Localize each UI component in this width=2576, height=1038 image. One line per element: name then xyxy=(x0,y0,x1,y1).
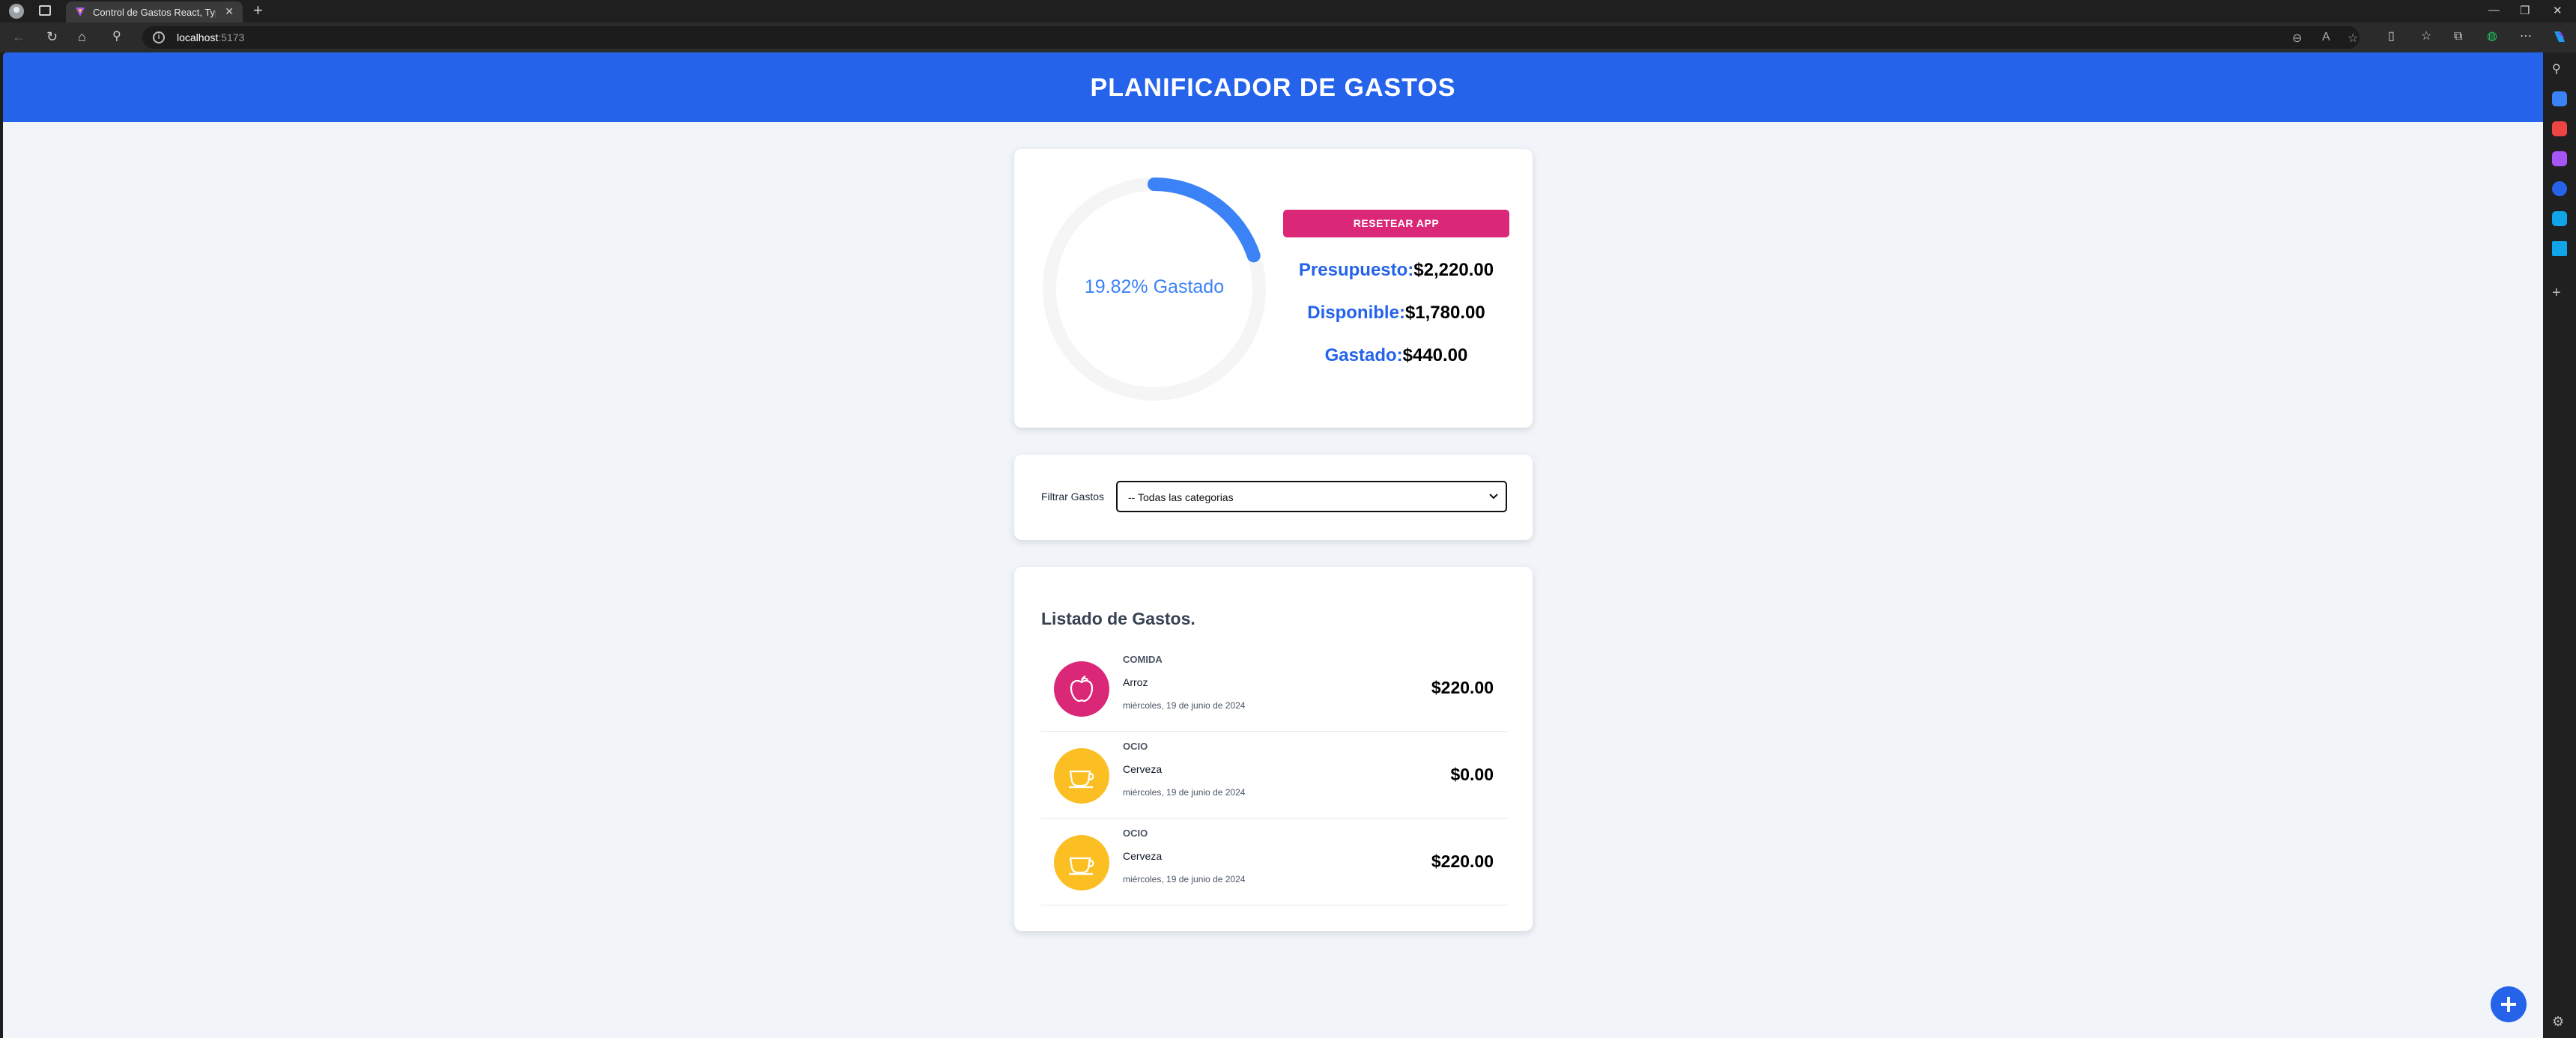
expense-category: OCIO xyxy=(1123,828,1148,839)
sidebar-add-icon[interactable]: + xyxy=(2552,285,2567,301)
sidebar-settings-icon[interactable]: ⚙ xyxy=(2552,1014,2567,1029)
tab-title: Control de Gastos React, TypeScript xyxy=(93,7,216,18)
expense-date: miércoles, 19 de junio de 2024 xyxy=(1123,874,1246,884)
expense-amount: $220.00 xyxy=(1431,678,1494,697)
add-expense-button[interactable] xyxy=(2491,986,2527,1022)
zoom-icon[interactable]: ⊖ xyxy=(2292,31,2302,46)
url-text: localhost:5173 xyxy=(177,31,245,43)
budget-amount-value: $2,220.00 xyxy=(1413,260,1494,280)
budget-amount: Presupuesto:$2,220.00 xyxy=(1283,260,1509,281)
collections-icon[interactable]: ⧉ xyxy=(2454,29,2462,44)
expense-row[interactable]: OCIO Cerveza miércoles, 19 de junio de 2… xyxy=(1041,732,1507,819)
home-icon[interactable]: ⌂ xyxy=(78,29,86,44)
sidebar-outlook-icon[interactable] xyxy=(2552,211,2567,226)
vite-favicon-icon xyxy=(76,7,85,16)
filter-card: Filtrar Gastos -- Todas las categorias xyxy=(1014,455,1533,540)
expense-name: Cerveza xyxy=(1123,763,1163,775)
close-window-icon[interactable]: ✕ xyxy=(2553,4,2563,17)
available-amount-label: Disponible: xyxy=(1307,303,1405,323)
favorites-icon[interactable]: ☆ xyxy=(2421,29,2431,44)
budget-tracker-card: 19.82% Gastado RESETEAR APP Presupuesto:… xyxy=(1014,149,1533,428)
restore-icon[interactable]: ❐ xyxy=(2520,4,2530,17)
category-filter-select[interactable]: -- Todas las categorias xyxy=(1116,481,1507,512)
percent-spent-label: 19.82% Gastado xyxy=(1084,276,1225,297)
expense-list-card: Listado de Gastos. COMIDA Arroz miércole… xyxy=(1014,567,1533,931)
search-icon[interactable]: ⚲ xyxy=(112,29,121,44)
page-viewport: PLANIFICADOR DE GASTOS 19.82% Gastado RE… xyxy=(3,52,2543,1038)
expense-row[interactable]: COMIDA Arroz miércoles, 19 de junio de 2… xyxy=(1041,645,1507,732)
read-aloud-icon[interactable]: A xyxy=(2322,31,2330,44)
sidebar-search-icon[interactable]: ⚲ xyxy=(2552,61,2567,76)
expense-amount: $220.00 xyxy=(1431,852,1494,871)
sidebar-shopping-icon[interactable] xyxy=(2552,91,2567,106)
extension-icon[interactable]: ◍ xyxy=(2487,29,2497,44)
sidebar-tools-icon[interactable] xyxy=(2552,121,2567,136)
chevron-down-icon xyxy=(1489,494,1498,500)
copilot-icon[interactable] xyxy=(2551,28,2568,48)
more-menu-icon[interactable]: ⋯ xyxy=(2520,29,2532,44)
filter-selected-value: -- Todas las categorias xyxy=(1128,491,1234,503)
expense-name: Arroz xyxy=(1123,676,1148,688)
sidebar-drop-icon[interactable] xyxy=(2552,241,2567,256)
expense-amount: $0.00 xyxy=(1450,765,1494,784)
spent-amount-label: Gastado: xyxy=(1324,345,1403,365)
reset-app-button[interactable]: RESETEAR APP xyxy=(1283,210,1509,237)
spent-amount-value: $440.00 xyxy=(1402,345,1468,365)
available-amount-value: $1,780.00 xyxy=(1404,303,1485,323)
sidebar-games-icon[interactable] xyxy=(2552,151,2567,166)
browser-tab-active[interactable]: Control de Gastos React, TypeScript ✕ xyxy=(66,1,243,22)
tab-actions-icon[interactable] xyxy=(39,5,51,16)
filter-label: Filtrar Gastos xyxy=(1041,491,1105,503)
budget-amount-label: Presupuesto: xyxy=(1298,260,1414,280)
cup-icon xyxy=(1069,857,1094,875)
sidebar-copilot-icon[interactable] xyxy=(2552,181,2567,196)
profile-avatar[interactable] xyxy=(9,4,24,19)
expense-date: miércoles, 19 de junio de 2024 xyxy=(1123,700,1246,711)
category-icon-badge xyxy=(1054,661,1109,717)
expense-row[interactable]: OCIO Cerveza miércoles, 19 de junio de 2… xyxy=(1041,819,1507,905)
minimize-icon[interactable]: — xyxy=(2488,4,2500,16)
refresh-icon[interactable]: ↻ xyxy=(46,29,58,44)
favorite-star-icon[interactable]: ☆ xyxy=(2348,31,2358,46)
expense-category: COMIDA xyxy=(1123,654,1163,665)
category-icon-badge xyxy=(1054,835,1109,890)
category-icon-badge xyxy=(1054,748,1109,804)
spent-amount: Gastado:$440.00 xyxy=(1283,345,1509,366)
browser-toolbar: ← ↻ ⌂ ⚲ i localhost:5173 ⊖ A ☆ ▯ ☆ ⧉ ◍ ⋯ xyxy=(0,22,2576,52)
site-info-icon[interactable]: i xyxy=(153,31,165,43)
tab-close-icon[interactable]: ✕ xyxy=(225,5,234,18)
split-screen-icon[interactable]: ▯ xyxy=(2388,29,2395,44)
apple-icon xyxy=(1070,675,1094,702)
page-title: PLANIFICADOR DE GASTOS xyxy=(1090,73,1456,102)
browser-tab-bar: Control de Gastos React, TypeScript ✕ + … xyxy=(0,0,2576,22)
expense-list-title: Listado de Gastos. xyxy=(1041,609,1195,628)
site-header: PLANIFICADOR DE GASTOS xyxy=(3,52,2543,122)
expense-name: Cerveza xyxy=(1123,850,1163,862)
cup-icon xyxy=(1069,770,1094,789)
expense-date: miércoles, 19 de junio de 2024 xyxy=(1123,787,1246,798)
back-icon[interactable]: ← xyxy=(12,29,25,44)
available-amount: Disponible:$1,780.00 xyxy=(1283,303,1509,324)
address-bar[interactable]: i localhost:5173 ⊖ A ☆ xyxy=(142,26,2360,49)
new-tab-button[interactable]: + xyxy=(253,1,263,20)
edge-sidebar: ⚲ + ⚙ xyxy=(2543,52,2576,1038)
expense-category: OCIO xyxy=(1123,741,1148,752)
